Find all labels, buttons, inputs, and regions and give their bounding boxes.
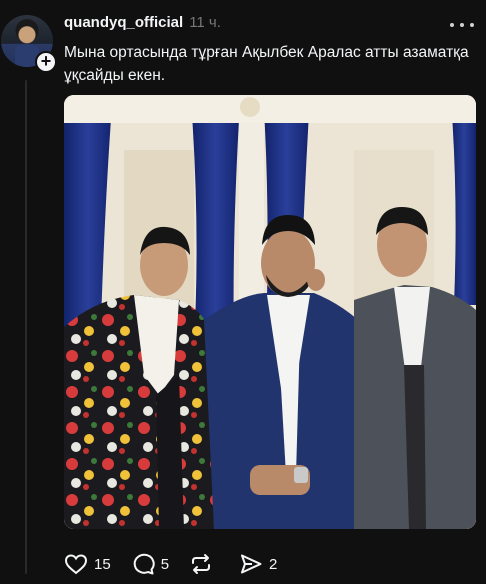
repost-button[interactable] [189,553,219,575]
post-header: quandyq_official 11 ч. [64,14,486,36]
share-icon [241,554,262,574]
thread-line [25,80,27,574]
like-button[interactable]: 15 [64,553,111,575]
author-avatar-wrap[interactable]: + [0,13,57,73]
heart-icon [64,554,88,575]
repost-icon [192,554,211,574]
timestamp: 11 ч. [189,14,221,31]
post-photo[interactable] [64,95,476,529]
more-icon[interactable] [450,15,474,35]
follow-plus-icon[interactable]: + [35,51,57,73]
comment-icon [133,553,155,575]
post-actions: 15 5 2 [64,552,297,576]
like-count: 15 [94,555,111,573]
reply-button[interactable]: 5 [131,553,169,575]
threads-post: + quandyq_official 11 ч. Мына ортасында … [0,0,486,584]
post-caption: Мына ортасында тұрған Ақылбек Аралас атт… [64,44,469,84]
share-button[interactable]: 2 [239,553,277,575]
username[interactable]: quandyq_official [64,14,183,31]
reply-count: 5 [160,555,170,573]
share-count: 2 [269,555,278,573]
photo-illustration [64,95,476,529]
